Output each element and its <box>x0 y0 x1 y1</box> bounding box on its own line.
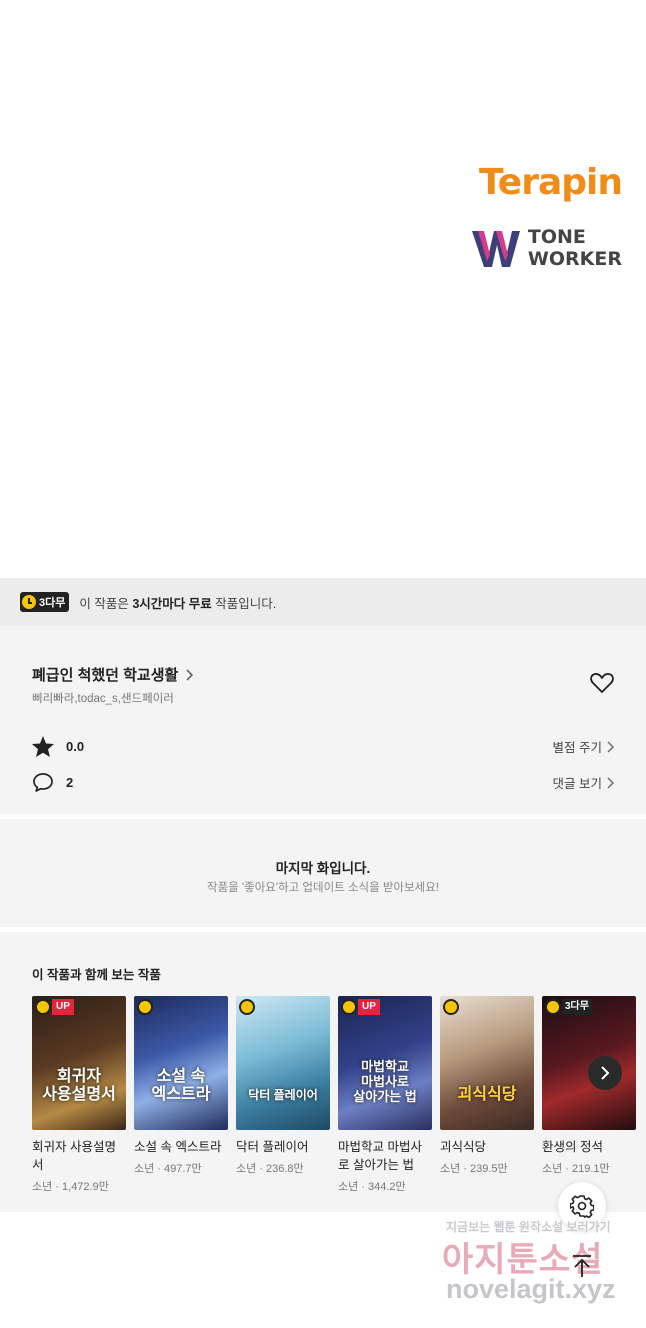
card-title: 환생의 정석 <box>542 1140 603 1154</box>
clock-icon <box>137 999 153 1015</box>
comments-row: 2 댓글 보기 <box>32 772 614 793</box>
toneworker-mark-icon <box>469 229 522 267</box>
card-meta: 소년 · 344.2만 <box>338 1181 406 1193</box>
card-meta: 소년 · 239.5만 <box>440 1163 508 1175</box>
cover-title: 괴식식당 <box>457 1086 517 1103</box>
terapin-logo: Terapin <box>479 162 623 203</box>
comments-button[interactable]: 댓글 보기 <box>553 773 614 792</box>
card-title: 소설 속 엑스트라 <box>134 1140 222 1154</box>
card-title: 닥터 플레이어 <box>236 1140 309 1154</box>
rating-value: 0.0 <box>66 739 85 754</box>
toneworker-line2: WORKER <box>527 248 622 270</box>
last-episode-title: 마지막 화입니다. <box>275 861 371 876</box>
up-badge: UP <box>52 999 74 1015</box>
recommendation-card[interactable]: UP 마법학교 마법사로 살아가는 법 마법학교 마법사로 살아가는 법 소년 … <box>338 996 432 1194</box>
comments-button-label: 댓글 보기 <box>552 777 602 791</box>
chevron-right-icon <box>186 668 194 681</box>
card-title: 괴식식당 <box>440 1140 487 1154</box>
up-badge: UP <box>358 999 380 1015</box>
3h-free-badge-label: 3다무 <box>39 597 66 609</box>
work-title: 폐급인 척했던 학교생활 <box>32 667 179 684</box>
cover-image: 소설 속 엑스트라 <box>134 996 228 1130</box>
clock-icon <box>545 999 561 1015</box>
recommendations: 이 작품과 함께 보는 작품 UP 회귀자 사용설명서 회귀자 사용설명서 소년… <box>0 932 646 1212</box>
card-meta: 소년 · 1,472.9만 <box>32 1181 109 1193</box>
cover-title: 소설 속 엑스트라 <box>151 1068 211 1103</box>
cover-image: 3다무 <box>542 996 636 1130</box>
free-banner-prefix: 이 작품은 <box>79 596 129 611</box>
comment-icon <box>33 773 53 792</box>
recommendation-list: UP 회귀자 사용설명서 회귀자 사용설명서 소년 · 1,472.9만 소설 … <box>32 996 636 1194</box>
cover-image: 괴식식당 <box>440 996 534 1130</box>
cover-title: 회귀자 사용설명서 <box>42 1068 116 1103</box>
chevron-right-icon <box>601 1066 610 1080</box>
toneworker-logo: TONE WORKER <box>469 226 622 270</box>
chevron-right-icon <box>607 777 614 788</box>
recommendation-card[interactable]: UP 회귀자 사용설명서 회귀자 사용설명서 소년 · 1,472.9만 <box>32 996 126 1194</box>
clock-icon <box>443 999 459 1015</box>
toneworker-line1: TONE <box>527 226 586 248</box>
recommendation-card[interactable]: 괴식식당 괴식식당 소년 · 239.5만 <box>440 996 534 1194</box>
star-icon <box>32 736 54 757</box>
recommendation-card[interactable]: 닥터 플레이어 닥터 플레이어 소년 · 236.8만 <box>236 996 330 1194</box>
comments-count: 2 <box>66 775 74 790</box>
3h-free-badge: 3다무 <box>20 592 70 612</box>
rate-button[interactable]: 별점 주기 <box>553 737 614 756</box>
card-title: 마법학교 마법사로 살아가는 법 <box>338 1140 422 1172</box>
recommendation-card[interactable]: 소설 속 엑스트라 소설 속 엑스트라 소년 · 497.7만 <box>134 996 228 1194</box>
work-info: 폐급인 척했던 학교생활 삐리빠라,todac_s,샌드페이러 0.0 별점 주… <box>0 626 646 814</box>
chevron-right-icon <box>607 741 614 752</box>
work-authors: 삐리빠라,todac_s,샌드페이러 <box>32 693 174 705</box>
free-banner-suffix: 작품입니다. <box>215 596 277 611</box>
rate-button-label: 별점 주기 <box>552 741 602 755</box>
arrow-up-icon <box>573 1255 591 1277</box>
clock-icon <box>22 595 36 609</box>
card-meta: 소년 · 236.8만 <box>236 1163 304 1175</box>
cover-image: UP 회귀자 사용설명서 <box>32 996 126 1130</box>
work-title-link[interactable]: 폐급인 척했던 학교생활 <box>32 664 194 685</box>
card-meta: 소년 · 219.1만 <box>542 1163 610 1175</box>
rating-row: 0.0 별점 주기 <box>32 736 614 757</box>
heart-icon[interactable] <box>590 672 614 694</box>
scroll-top-button[interactable] <box>558 1242 606 1290</box>
3h-free-badge: 3다무 <box>562 999 592 1015</box>
cover-image: 닥터 플레이어 <box>236 996 330 1130</box>
cover-title: 닥터 플레이어 <box>248 1088 318 1102</box>
clock-icon <box>239 999 255 1015</box>
cover-title: 마법학교 마법사로 살아가는 법 <box>353 1059 417 1104</box>
free-banner: 3다무 이 작품은 3시간마다 무료 작품입니다. <box>0 578 646 626</box>
clock-icon <box>341 999 357 1015</box>
free-banner-highlight: 3시간마다 무료 <box>132 596 212 611</box>
card-title: 회귀자 사용설명서 <box>32 1140 116 1172</box>
last-episode-subtitle: 작품을 '좋아요'하고 업데이트 소식을 받아보세요! <box>207 882 439 894</box>
episode-end-area: Terapin TONE WORKER <box>0 0 646 578</box>
last-episode-notice: 마지막 화입니다. 작품을 '좋아요'하고 업데이트 소식을 받아보세요! <box>0 819 646 927</box>
recommendation-card[interactable]: 3다무 환생의 정석 소년 · 219.1만 <box>542 996 636 1194</box>
card-meta: 소년 · 497.7만 <box>134 1163 202 1175</box>
carousel-next-button[interactable] <box>588 1056 622 1090</box>
clock-icon <box>35 999 51 1015</box>
cover-image: UP 마법학교 마법사로 살아가는 법 <box>338 996 432 1130</box>
gear-icon <box>570 1195 594 1218</box>
recommendations-heading: 이 작품과 함께 보는 작품 <box>32 968 161 982</box>
